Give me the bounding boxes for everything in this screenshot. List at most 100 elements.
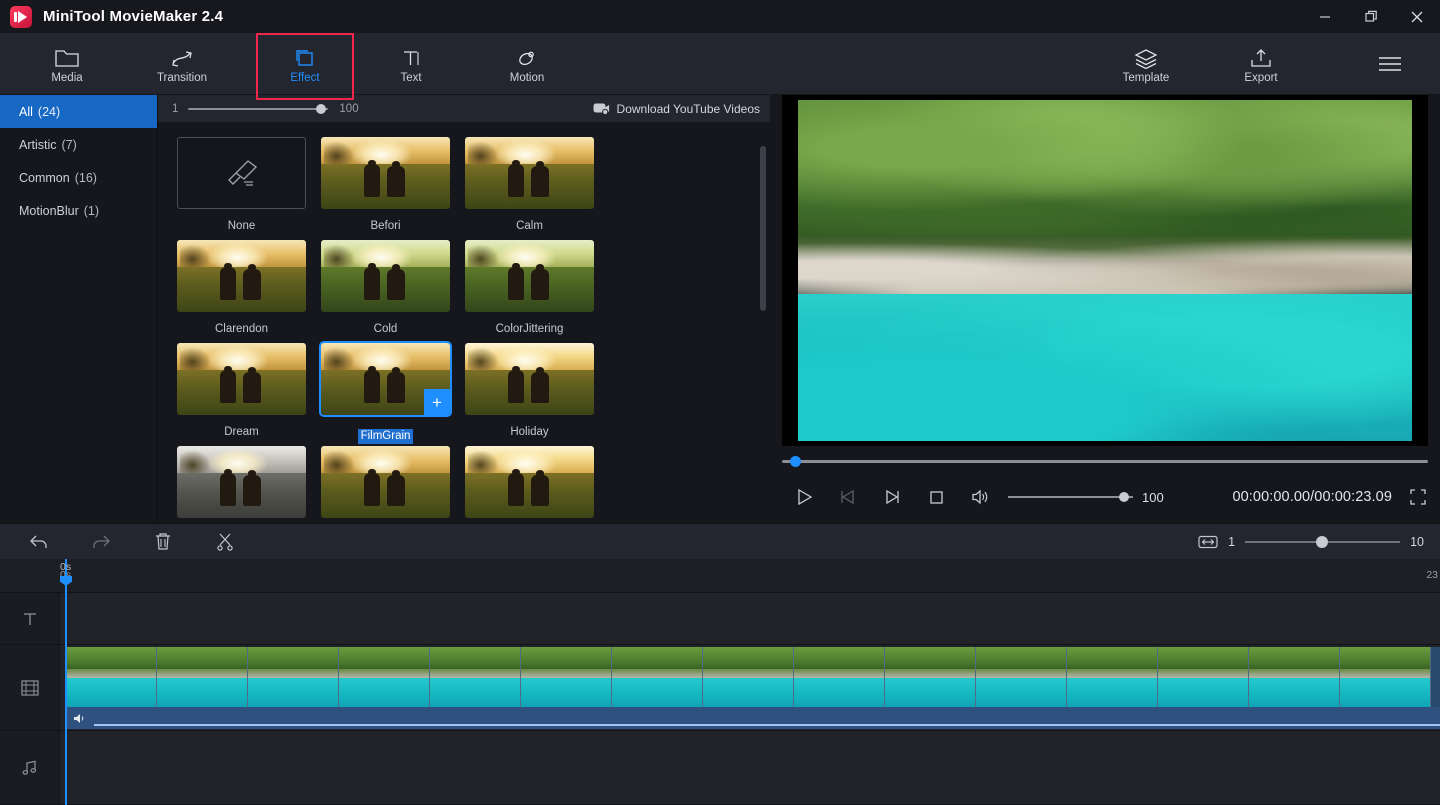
sidebar-item-common-label: Common bbox=[19, 171, 70, 185]
effect-row bbox=[177, 446, 770, 518]
download-youtube-videos-link[interactable]: Download YouTube Videos bbox=[593, 95, 760, 122]
download-youtube-videos-label: Download YouTube Videos bbox=[617, 102, 760, 116]
film-track-icon bbox=[0, 645, 60, 730]
effect-item-holiday[interactable]: Holiday bbox=[465, 343, 594, 437]
tab-export-label: Export bbox=[1244, 72, 1277, 84]
progress-handle[interactable] bbox=[790, 456, 801, 467]
effect-thumb-befori[interactable] bbox=[321, 137, 450, 209]
timeline-ruler[interactable]: 0s 23 bbox=[0, 559, 1440, 593]
player-controls: 100 00:00:00.00/00:00:23.09 bbox=[782, 477, 1428, 517]
effect-item-filmgrain[interactable]: + FilmGrain bbox=[321, 343, 450, 437]
effect-thumb-row4-2[interactable] bbox=[321, 446, 450, 518]
effect-thumb-holiday[interactable] bbox=[465, 343, 594, 415]
undo-button[interactable] bbox=[8, 533, 70, 551]
effect-item-cold[interactable]: Cold bbox=[321, 240, 450, 334]
tab-media[interactable]: Media bbox=[18, 33, 116, 95]
sidebar-item-motionblur-count: (1) bbox=[84, 204, 99, 218]
sidebar-item-common[interactable]: Common (16) bbox=[0, 161, 157, 194]
tab-export[interactable]: Export bbox=[1212, 33, 1310, 95]
effect-item-dream[interactable]: Dream bbox=[177, 343, 306, 437]
effect-thumb-calm[interactable] bbox=[465, 137, 594, 209]
timeline-zoom-slider[interactable] bbox=[1245, 535, 1400, 549]
sidebar-item-all[interactable]: All (24) bbox=[0, 95, 157, 128]
effect-item-colorjittering[interactable]: ColorJittering bbox=[465, 240, 594, 334]
effect-grid-scrollbar[interactable] bbox=[760, 132, 766, 532]
add-effect-button[interactable]: + bbox=[424, 389, 450, 415]
tab-media-label: Media bbox=[51, 72, 82, 84]
tab-motion-label: Motion bbox=[510, 72, 545, 84]
redo-button[interactable] bbox=[70, 533, 132, 551]
volume-value: 100 bbox=[1142, 490, 1164, 505]
effect-row: Dream + FilmGrain Holiday bbox=[177, 343, 770, 437]
effect-thumb-clarendon[interactable] bbox=[177, 240, 306, 312]
text-track[interactable] bbox=[0, 593, 1440, 645]
timeline-zoom-handle[interactable] bbox=[1316, 536, 1328, 548]
tab-effect[interactable]: Effect bbox=[256, 33, 354, 95]
effect-label-colorjittering: ColorJittering bbox=[496, 323, 564, 335]
effect-item-befori[interactable]: Befori bbox=[321, 137, 450, 231]
effect-thumb-filmgrain[interactable]: + bbox=[321, 343, 450, 415]
youtube-download-icon bbox=[593, 102, 610, 115]
effect-item-calm[interactable]: Calm bbox=[465, 137, 594, 231]
tab-effect-label: Effect bbox=[290, 72, 319, 84]
effect-item-row4-1[interactable] bbox=[177, 446, 306, 518]
effect-row: None Befori Calm bbox=[177, 137, 770, 231]
playback-progress-slider[interactable] bbox=[782, 455, 1428, 467]
split-button[interactable] bbox=[194, 532, 256, 551]
sidebar-item-common-count: (16) bbox=[75, 171, 97, 185]
clip-thumbnails bbox=[66, 647, 1440, 709]
effect-item-row4-3[interactable] bbox=[465, 446, 594, 518]
previous-frame-button[interactable] bbox=[826, 488, 870, 506]
effect-thumb-dream[interactable] bbox=[177, 343, 306, 415]
effect-thumb-row4-3[interactable] bbox=[465, 446, 594, 518]
volume-slider[interactable] bbox=[1008, 490, 1133, 504]
stop-button[interactable] bbox=[914, 489, 958, 506]
audio-waveform bbox=[94, 724, 1440, 726]
music-note-icon bbox=[0, 731, 60, 804]
fullscreen-icon[interactable] bbox=[1410, 489, 1426, 505]
clip-audio-bar[interactable] bbox=[66, 707, 1440, 729]
next-frame-button[interactable] bbox=[870, 488, 914, 506]
tab-template[interactable]: Template bbox=[1097, 33, 1195, 95]
effect-thumb-row4-1[interactable] bbox=[177, 446, 306, 518]
title-bar: MiniTool MovieMaker 2.4 bbox=[0, 0, 1440, 33]
effect-slider-handle[interactable] bbox=[316, 104, 326, 114]
timeline-toolbar: 1 10 bbox=[0, 523, 1440, 559]
effect-item-row4-2[interactable] bbox=[321, 446, 450, 518]
timeline-zoom-controls: 1 10 bbox=[1198, 534, 1424, 550]
motion-icon bbox=[514, 45, 540, 69]
tab-motion[interactable]: Motion bbox=[478, 33, 576, 95]
volume-button[interactable] bbox=[958, 488, 1002, 506]
effect-thumb-none[interactable] bbox=[177, 137, 306, 209]
tab-transition[interactable]: Transition bbox=[133, 33, 231, 95]
scrollbar-thumb[interactable] bbox=[760, 146, 766, 311]
effect-thumb-colorjittering[interactable] bbox=[465, 240, 594, 312]
preview-player: 100 00:00:00.00/00:00:23.09 bbox=[770, 95, 1440, 523]
video-preview[interactable] bbox=[782, 95, 1428, 446]
effect-label-dream: Dream bbox=[224, 426, 259, 438]
fit-to-screen-icon[interactable] bbox=[1198, 534, 1218, 550]
minimize-button[interactable] bbox=[1302, 0, 1348, 33]
effect-intensity-slider[interactable] bbox=[188, 102, 328, 116]
playhead[interactable]: 0s bbox=[65, 559, 67, 805]
hamburger-menu-icon[interactable] bbox=[1370, 33, 1410, 95]
volume-track bbox=[1008, 496, 1133, 498]
play-button[interactable] bbox=[782, 487, 826, 507]
effect-thumb-cold[interactable] bbox=[321, 240, 450, 312]
sidebar-item-artistic[interactable]: Artistic (7) bbox=[0, 128, 157, 161]
sidebar-item-motionblur[interactable]: MotionBlur (1) bbox=[0, 194, 157, 227]
close-button[interactable] bbox=[1394, 0, 1440, 33]
speaker-icon[interactable] bbox=[73, 712, 88, 725]
video-track[interactable] bbox=[0, 645, 1440, 731]
timeline-zoom-min-label: 1 bbox=[1228, 535, 1235, 549]
video-clip[interactable] bbox=[66, 647, 1440, 729]
effect-item-clarendon[interactable]: Clarendon bbox=[177, 240, 306, 334]
volume-handle[interactable] bbox=[1119, 492, 1129, 502]
restore-button[interactable] bbox=[1348, 0, 1394, 33]
delete-button[interactable] bbox=[132, 532, 194, 551]
tab-transition-label: Transition bbox=[157, 72, 207, 84]
tab-text[interactable]: Text bbox=[362, 33, 460, 95]
effect-item-none[interactable]: None bbox=[177, 137, 306, 231]
music-track[interactable] bbox=[0, 731, 1440, 805]
text-track-icon bbox=[0, 593, 60, 644]
